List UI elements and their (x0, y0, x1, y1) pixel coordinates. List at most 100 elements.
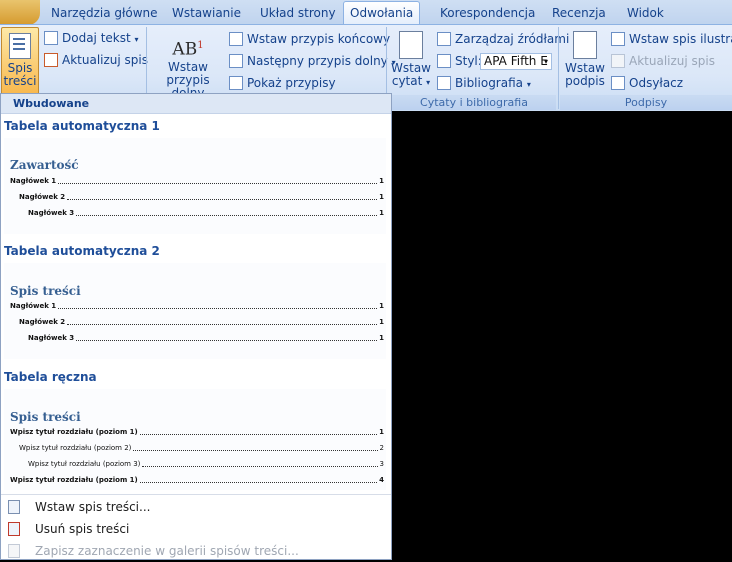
toc-preview-tabela-2[interactable]: Spis treści Nagłówek 1 1 Nagłówek 2 1 Nagł… (4, 263, 386, 359)
aktualizuj-spis-button[interactable]: Aktualizuj spis (44, 51, 148, 69)
zapisz-zaznaczenie-menu-item[interactable]: Zapisz zaznaczenie w galerii spisów treś… (1, 540, 391, 562)
entry-text: Nagłówek 1 (10, 177, 57, 185)
spis-tresci-button[interactable]: Spis treści ▾ (1, 27, 39, 100)
section-title-tabela-reczna: Tabela ręczna (4, 370, 97, 384)
wstaw-spis-tresci-label: Wstaw spis treści... (35, 500, 151, 514)
group-label-cytaty: Cytaty i bibliografia (392, 95, 556, 110)
tab-odwolania[interactable]: Odwołania (343, 1, 421, 25)
remove-toc-icon (8, 522, 20, 536)
styl-label: Styl: (455, 54, 482, 68)
table-of-figures-icon (611, 32, 625, 46)
styl-row: Styl: (437, 52, 482, 70)
entry-text: Nagłówek 2 (19, 193, 66, 201)
tab-korespondencja[interactable]: Korespondencja (440, 4, 535, 24)
wstaw-przypis-koncowy-button[interactable]: Wstaw przypis końcowy (229, 30, 390, 48)
group-label-podpisy: Podpisy (560, 95, 732, 110)
next-footnote-icon (229, 54, 243, 68)
wstaw-cytat-button[interactable]: Wstaw cytat ▾ (390, 31, 432, 95)
aktualizuj-spis-label: Aktualizuj spis (62, 53, 148, 67)
entry-text: Wpisz tytuł rozdziału (poziom 1) (10, 428, 138, 436)
wstaw-przypis-koncowy-label: Wstaw przypis końcowy (247, 32, 391, 46)
entry-page: 1 (379, 302, 384, 310)
aktualizuj-spis-ilustracji-label: Aktualizuj spis (629, 54, 715, 68)
wstaw-spis-ilustracji-label: Wstaw spis ilustracji (629, 32, 732, 46)
entry-page: 1 (379, 428, 384, 436)
entry-text: Nagłówek 3 (28, 209, 75, 217)
preview-entry: Nagłówek 2 1 (19, 191, 384, 203)
tab-recenzja[interactable]: Recenzja (552, 4, 606, 24)
citation-icon (399, 31, 423, 59)
show-notes-icon (229, 76, 243, 90)
bibliografia-button[interactable]: Bibliografia ▾ (437, 74, 531, 92)
odsylacz-label: Odsyłacz (629, 76, 684, 90)
tab-widok[interactable]: Widok (627, 4, 664, 24)
ribbon-tab-strip: Narzędzia główne Wstawianie Układ strony… (0, 0, 732, 25)
zarzadzaj-zrodlami-button[interactable]: Zarządzaj źródłami (437, 30, 569, 48)
preview-title: Spis treści (10, 410, 81, 424)
entry-page: 1 (379, 318, 384, 326)
menu-separator (1, 494, 391, 495)
usun-spis-tresci-label: Usuń spis treści (35, 522, 130, 536)
aktualizuj-spis-ilustracji-button[interactable]: Aktualizuj spis (611, 52, 715, 70)
gallery-header: Wbudowane (1, 94, 391, 114)
dodaj-tekst-button[interactable]: Dodaj tekst ▾ (44, 29, 139, 47)
entry-text: Nagłówek 2 (19, 318, 66, 326)
toc-preview-tabela-1[interactable]: Zawartość Nagłówek 1 1 Nagłówek 2 1 Nagłów… (4, 138, 386, 234)
section-title-tabela-2: Tabela automatyczna 2 (4, 244, 160, 258)
wstaw-spis-ilustracji-button[interactable]: Wstaw spis ilustracji (611, 30, 732, 48)
cross-reference-icon (611, 76, 625, 90)
chevron-down-icon: ▾ (134, 35, 139, 44)
spis-tresci-label-2: treści (3, 74, 37, 88)
entry-text: Wpisz tytuł rozdziału (poziom 1) (10, 476, 138, 484)
preview-entry: Nagłówek 3 1 (28, 207, 384, 219)
entry-page: 3 (379, 460, 384, 468)
update-toc-icon (44, 53, 58, 67)
section-title-tabela-1: Tabela automatyczna 1 (4, 119, 160, 133)
entry-page: 1 (379, 334, 384, 342)
tab-uklad-strony[interactable]: Układ strony (260, 4, 336, 24)
preview-entry: Wpisz tytuł rozdziału (poziom 2) 2 (19, 442, 384, 454)
manage-sources-icon (437, 32, 451, 46)
entry-page: 1 (379, 209, 384, 217)
add-text-icon (44, 31, 58, 45)
wstaw-spis-tresci-menu-item[interactable]: Wstaw spis treści... (1, 496, 391, 518)
entry-text: Nagłówek 1 (10, 302, 57, 310)
tab-narzedzia-glowne[interactable]: Narzędzia główne (51, 4, 158, 24)
pokaz-przypisy-button[interactable]: Pokaż przypisy (229, 74, 336, 92)
nastepny-przypis-label: Następny przypis dolny (247, 54, 388, 68)
entry-page: 2 (379, 444, 384, 452)
preview-entry: Nagłówek 2 1 (19, 316, 384, 328)
odsylacz-button[interactable]: Odsyłacz (611, 74, 683, 92)
chevron-down-icon: ▾ (426, 78, 431, 87)
preview-entry: Wpisz tytuł rozdziału (poziom 1) 4 (10, 474, 384, 486)
usun-spis-tresci-menu-item[interactable]: Usuń spis treści (1, 518, 391, 540)
entry-text: Wpisz tytuł rozdziału (poziom 2) (19, 444, 132, 452)
preview-entry: Nagłówek 3 1 (28, 332, 384, 344)
tab-wstawianie[interactable]: Wstawianie (172, 4, 241, 24)
preview-title: Spis treści (10, 284, 81, 298)
dodaj-tekst-label: Dodaj tekst (62, 31, 131, 45)
preview-entry: Wpisz tytuł rozdziału (poziom 1) 1 (10, 426, 384, 438)
save-selection-icon (8, 544, 20, 558)
entry-page: 4 (379, 476, 384, 484)
update-table-icon (611, 54, 625, 68)
toc-preview-tabela-reczna[interactable]: Spis treści Wpisz tytuł rozdziału (pozio… (4, 389, 386, 490)
wstaw-cytat-label-2: cytat (391, 74, 423, 88)
style-icon (437, 54, 451, 68)
insert-toc-icon (8, 500, 20, 514)
entry-page: 1 (379, 193, 384, 201)
preview-title: Zawartość (10, 158, 79, 172)
office-button[interactable] (0, 0, 40, 25)
footnote-ab-icon: AB1 (172, 39, 204, 60)
nastepny-przypis-dolny-button[interactable]: Następny przypis dolny ▾ (229, 52, 396, 70)
zapisz-zaznaczenie-label: Zapisz zaznaczenie w galerii spisów treś… (35, 544, 299, 558)
bibliografia-label: Bibliografia (455, 76, 524, 90)
pokaz-przypisy-label: Pokaż przypisy (247, 76, 336, 90)
styl-select[interactable]: APA Fifth E ▾ (480, 53, 552, 70)
toc-icon (9, 33, 31, 59)
entry-page: 1 (379, 177, 384, 185)
wstaw-podpis-button[interactable]: Wstaw podpis (563, 31, 607, 95)
preview-entry: Nagłówek 1 1 (10, 175, 384, 187)
chevron-down-icon: ▾ (526, 80, 531, 89)
wstaw-przypis-dolny-button[interactable]: AB1 Wstaw przypis dolny (152, 31, 224, 100)
